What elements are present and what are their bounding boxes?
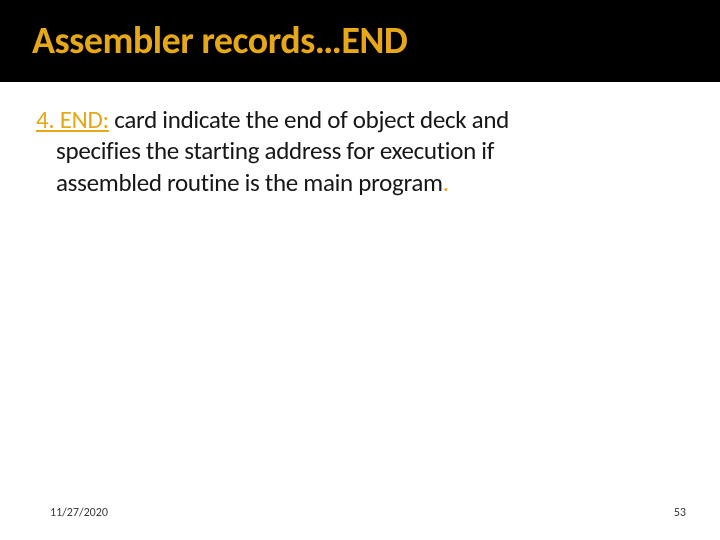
footer-date: 11/27/2020: [50, 506, 108, 520]
body-line-2: specifies the starting address for execu…: [36, 135, 680, 166]
footer-page-number: 53: [674, 506, 686, 520]
slide-title: Assembler records…END: [32, 18, 720, 64]
body-text-3: assembled routine is the main program: [56, 167, 443, 198]
slide-body: 4. END: card indicate the end of object …: [0, 82, 720, 198]
body-line-3: assembled routine is the main program.: [36, 167, 680, 198]
body-period: .: [443, 167, 449, 198]
title-bar: Assembler records…END: [0, 0, 720, 82]
item-lead: 4. END:: [36, 104, 109, 135]
body-text-1: card indicate the end of object deck and: [109, 104, 509, 135]
slide-footer: 11/27/2020 53: [0, 506, 720, 520]
body-line-1: 4. END: card indicate the end of object …: [36, 104, 680, 135]
